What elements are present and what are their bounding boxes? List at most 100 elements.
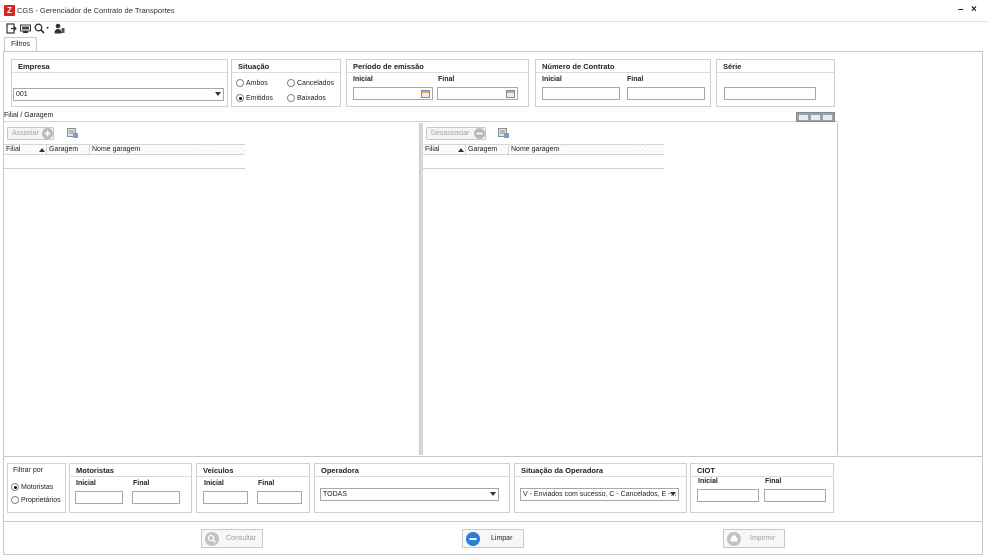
imprimir-label: Imprimir (750, 535, 776, 542)
periodo-title: Período de emissão (347, 60, 528, 73)
numero-contrato-title: Número de Contrato (536, 60, 710, 73)
motoristas-inicial-label: Inicial (76, 480, 96, 487)
col-garagem[interactable]: Garagem (47, 145, 90, 156)
filtrar-por-title: Filtrar por (13, 467, 43, 474)
desassociar-label: Desassociar (431, 130, 470, 137)
veiculos-inicial-label: Inicial (204, 480, 224, 487)
filial-associated-panel (423, 123, 838, 455)
situacao-operadora-title: Situação da Operadora (515, 464, 686, 477)
limpar-label: Limpar (491, 535, 513, 542)
filial-right-grid-header: Filial Garagem Nome garagem (423, 144, 664, 156)
operadora-value: TODAS (323, 491, 347, 498)
radio-ambos-label: Ambos (246, 80, 268, 87)
exit-icon[interactable] (6, 23, 17, 34)
ciot-inicial-label: Inicial (698, 478, 718, 485)
ciot-inicial-input[interactable] (697, 489, 759, 502)
panel-layout-controls (796, 112, 835, 122)
veiculos-group: Veículos (196, 463, 310, 513)
numero-inicial-label: Inicial (542, 76, 562, 83)
veiculos-final-input[interactable] (257, 491, 302, 504)
filial-available-panel (4, 123, 420, 455)
minimize-button[interactable]: – (958, 3, 964, 17)
layout-split-icon[interactable] (811, 115, 820, 120)
chevron-down-icon (670, 492, 676, 496)
col-garagem[interactable]: Garagem (466, 145, 509, 156)
radio-proprietarios-label: Proprietários (21, 497, 61, 504)
motoristas-group: Motoristas (69, 463, 192, 513)
filial-garagem-title: Filial / Garagem (4, 112, 838, 122)
remove-circle-icon (474, 128, 485, 139)
col-filial[interactable]: Filial (423, 145, 466, 156)
numero-inicial-input[interactable] (542, 87, 620, 100)
grid-divider (423, 168, 664, 169)
grid-options-icon[interactable] (498, 128, 509, 138)
radio-motoristas-label: Motoristas (21, 484, 54, 491)
periodo-inicial-label: Inicial (353, 76, 373, 83)
minus-circle-icon (466, 532, 480, 546)
col-filial[interactable]: Filial (4, 145, 47, 156)
veiculos-final-label: Final (258, 480, 275, 487)
window-title: CGS - Gerenciador de Contrato de Transpo… (17, 6, 175, 15)
bottom-separator (4, 456, 982, 457)
desassociar-button[interactable]: Desassociar (426, 127, 486, 140)
motoristas-final-input[interactable] (132, 491, 180, 504)
user-settings-icon[interactable] (54, 23, 65, 34)
radio-motoristas[interactable] (11, 483, 19, 491)
chevron-down-icon (490, 492, 496, 496)
ciot-final-input[interactable] (764, 489, 826, 502)
periodo-final-date[interactable] (437, 87, 518, 100)
ciot-group: CIOT (690, 463, 834, 513)
consultar-button[interactable]: Consultar (201, 529, 263, 548)
add-circle-icon (42, 128, 53, 139)
serie-title: Série (717, 60, 834, 73)
grid-options-icon[interactable] (67, 128, 78, 138)
radio-baixados-label: Baixados (297, 95, 326, 102)
motoristas-final-label: Final (133, 480, 150, 487)
display-icon[interactable] (20, 23, 31, 34)
serie-input[interactable] (724, 87, 816, 100)
radio-cancelados-label: Cancelados (297, 80, 334, 87)
printer-icon (727, 532, 741, 546)
radio-emitidos-label: Emitidos (246, 95, 273, 102)
motoristas-title: Motoristas (70, 464, 191, 477)
empresa-select[interactable]: 001 (13, 88, 224, 101)
layout-single-icon[interactable] (799, 115, 808, 120)
col-nome-garagem[interactable]: Nome garagem (509, 145, 664, 156)
empresa-title: Empresa (12, 60, 227, 73)
calendar-icon[interactable] (506, 90, 515, 98)
situacao-operadora-select[interactable]: V - Enviados com sucesso, C - Cancelados… (520, 488, 679, 501)
close-button[interactable]: × (971, 3, 977, 17)
calendar-icon[interactable] (421, 90, 430, 98)
veiculos-title: Veículos (197, 464, 309, 477)
col-nome-garagem[interactable]: Nome garagem (90, 145, 245, 156)
empresa-value: 001 (16, 91, 28, 98)
radio-proprietarios[interactable] (11, 496, 19, 504)
situacao-operadora-value: V - Enviados com sucesso, C - Cancelados… (523, 491, 677, 498)
search-dropdown-icon[interactable] (34, 23, 50, 34)
operadora-select[interactable]: TODAS (320, 488, 499, 501)
associar-label: Associar (12, 130, 39, 137)
tab-filtros[interactable]: Filtros (4, 37, 38, 52)
veiculos-inicial-input[interactable] (203, 491, 248, 504)
periodo-inicial-date[interactable] (353, 87, 433, 100)
radio-ambos[interactable] (236, 79, 244, 87)
imprimir-button[interactable]: Imprimir (723, 529, 785, 548)
radio-baixados[interactable] (287, 94, 295, 102)
periodo-final-label: Final (438, 76, 455, 83)
associar-button[interactable]: Associar (7, 127, 54, 140)
numero-final-input[interactable] (627, 87, 705, 100)
numero-final-label: Final (627, 76, 644, 83)
footer-separator (4, 521, 982, 522)
filial-left-grid-header: Filial Garagem Nome garagem (4, 144, 245, 156)
ciot-title: CIOT (691, 464, 833, 477)
layout-maximize-icon[interactable] (823, 115, 832, 120)
radio-emitidos[interactable] (236, 94, 244, 102)
ciot-final-label: Final (765, 478, 782, 485)
sort-asc-icon (39, 148, 45, 152)
motoristas-inicial-input[interactable] (75, 491, 123, 504)
sort-asc-icon (458, 148, 464, 152)
grid-divider (4, 168, 245, 169)
radio-cancelados[interactable] (287, 79, 295, 87)
chevron-down-icon (215, 92, 221, 96)
limpar-button[interactable]: Limpar (462, 529, 524, 548)
